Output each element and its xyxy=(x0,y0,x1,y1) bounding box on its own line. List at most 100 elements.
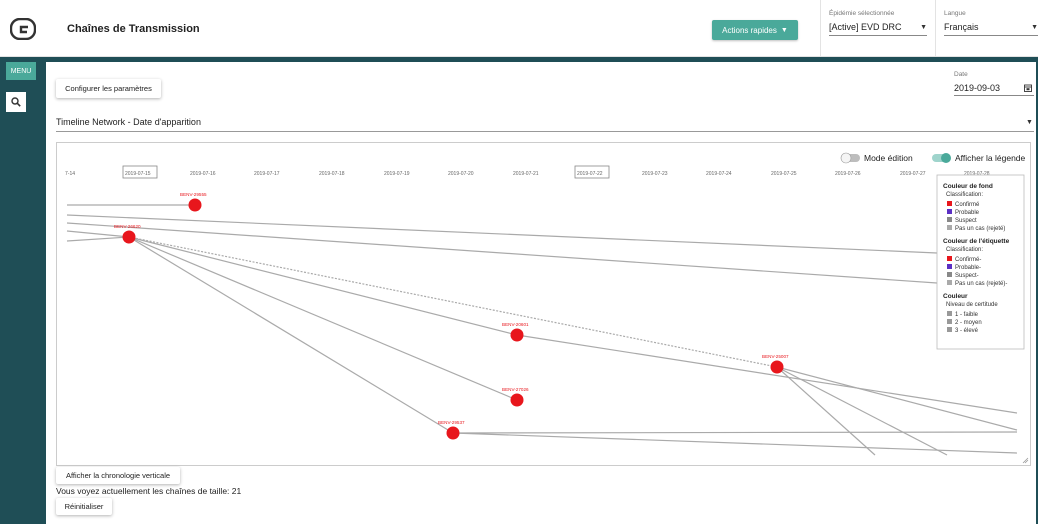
legend-item-label: Suspect xyxy=(955,218,977,224)
reset-button[interactable]: Réinitialiser xyxy=(56,498,112,515)
legend-section-subtitle: Niveau de certitude xyxy=(946,302,998,308)
legend-item-label: Pas un cas (rejeté) xyxy=(955,226,1005,232)
chevron-down-icon[interactable]: ▼ xyxy=(1026,119,1033,126)
transmission-edge xyxy=(776,366,948,456)
legend-swatch xyxy=(947,256,952,261)
view-select-value[interactable]: Timeline Network - Date d'apparition xyxy=(56,117,201,127)
legend-swatch xyxy=(947,319,952,324)
resize-handle-icon[interactable] xyxy=(1022,457,1029,464)
search-button[interactable] xyxy=(6,92,26,112)
timeline-date-label: 2019-07-25 xyxy=(771,171,797,177)
legend-swatch xyxy=(947,209,952,214)
timeline-date-label: 2019-07-16 xyxy=(190,171,216,177)
case-node-label: BENV-20601 xyxy=(502,322,529,327)
epidemic-select[interactable]: Épidémie sélectionnée [Active] EVD DRC ▼ xyxy=(829,10,927,36)
show-legend-toggle-knob[interactable] xyxy=(941,153,951,163)
legend-swatch xyxy=(947,225,952,230)
timeline-date-label: 2019-07-17 xyxy=(254,171,280,177)
case-node[interactable] xyxy=(122,230,136,244)
timeline-date-label: 2019-07-26 xyxy=(835,171,861,177)
case-node[interactable] xyxy=(510,328,524,342)
top-bar: Chaînes de Transmission Actions rapides … xyxy=(0,0,1038,57)
legend-item-label: Probable- xyxy=(955,265,981,271)
timeline-date-label: 2019-07-24 xyxy=(706,171,732,177)
legend-swatch xyxy=(947,280,952,285)
edit-mode-toggle-knob[interactable] xyxy=(840,152,852,164)
chain-size-info: Vous voyez actuellement les chaînes de t… xyxy=(56,486,242,496)
legend-section-title: Couleur de l'étiquette xyxy=(943,238,1010,245)
legend-section-title: Couleur xyxy=(943,293,968,300)
transmission-edge xyxy=(128,236,778,368)
case-node[interactable] xyxy=(770,360,784,374)
page-title: Chaînes de Transmission xyxy=(67,23,200,35)
legend-swatch xyxy=(947,272,952,277)
show-vertical-timeline-button[interactable]: Afficher la chronologie verticale xyxy=(56,467,180,484)
timeline-date-label: 2019-07-27 xyxy=(900,171,926,177)
timeline-date-label: 2019-07-20 xyxy=(448,171,474,177)
legend-item-label: 2 - moyen xyxy=(955,320,982,326)
legend-section-title: Couleur de fond xyxy=(943,183,993,190)
quick-actions-button[interactable]: Actions rapides ▼ xyxy=(712,20,798,40)
legend-item-label: Confirmé- xyxy=(955,257,981,263)
case-node[interactable] xyxy=(510,393,524,407)
epidemic-select-label: Épidémie sélectionnée xyxy=(829,10,895,17)
chevron-down-icon: ▼ xyxy=(780,26,788,34)
date-input[interactable]: 2019-09-03 xyxy=(954,83,1000,93)
transmission-edge xyxy=(452,432,1018,454)
transmission-edge xyxy=(66,236,130,242)
divider xyxy=(935,0,936,56)
chevron-down-icon: ▼ xyxy=(920,24,927,31)
network-canvas[interactable]: 7-14 2019-07-15 2019-07-16 2019-07-17 2019-0… xyxy=(56,142,1031,466)
legend-swatch xyxy=(947,264,952,269)
network-graph[interactable]: 7-14 2019-07-15 2019-07-16 2019-07-17 2019-0… xyxy=(57,143,1030,465)
case-node[interactable] xyxy=(188,198,202,212)
transmission-edge xyxy=(66,230,130,238)
timeline-date-label: 7-14 xyxy=(65,171,75,177)
divider xyxy=(820,0,821,56)
legend-item-label: 3 - élevé xyxy=(955,328,979,334)
transmission-edge xyxy=(66,222,938,284)
legend-item-label: 1 - faible xyxy=(955,312,979,318)
quick-actions-label: Actions rapides xyxy=(722,25,777,35)
transmission-edge xyxy=(128,236,518,401)
timeline-date-label: 2019-07-23 xyxy=(642,171,668,177)
legend-swatch xyxy=(947,327,952,332)
language-select-value: Français xyxy=(944,22,979,32)
chevron-down-icon: ▼ xyxy=(1031,24,1038,31)
case-node-label: BENV-25007 xyxy=(762,354,789,359)
timeline-date-label: 2019-07-19 xyxy=(384,171,410,177)
configure-settings-button[interactable]: Configurer les paramètres xyxy=(56,79,161,98)
show-legend-label: Afficher la légende xyxy=(955,153,1026,163)
search-icon xyxy=(11,97,21,107)
timeline-date-label: 2019-07-22 xyxy=(577,171,603,177)
timeline-date-label: 2019-07-21 xyxy=(513,171,539,177)
language-select[interactable]: Langue Français ▼ xyxy=(944,10,1038,36)
app-logo[interactable] xyxy=(10,18,36,40)
calendar-icon[interactable] xyxy=(1024,84,1032,92)
timeline-date-label: 2019-07-15 xyxy=(125,171,151,177)
legend-item-label: Confirmé xyxy=(955,202,980,208)
case-node-label: BENV-27026 xyxy=(502,387,529,392)
menu-button[interactable]: MENU xyxy=(6,62,36,80)
legend-item-label: Probable xyxy=(955,210,980,216)
case-node-label: BENV-26620 xyxy=(114,224,141,229)
date-underline xyxy=(954,95,1034,96)
legend-swatch xyxy=(947,201,952,206)
case-node-label: BENV-29555 xyxy=(180,192,207,197)
case-node-label: BENV-29537 xyxy=(438,420,465,425)
transmission-edge xyxy=(128,236,454,434)
view-select-underline xyxy=(56,131,1034,132)
legend-item-label: Suspect- xyxy=(955,273,979,279)
timeline-date-label: 2019-07-18 xyxy=(319,171,345,177)
legend-section-subtitle: Classification: xyxy=(946,247,983,253)
transmission-edge xyxy=(452,431,1018,434)
case-node[interactable] xyxy=(446,426,460,440)
epidemic-select-value: [Active] EVD DRC xyxy=(829,22,902,32)
transmission-edge xyxy=(776,366,1018,431)
transmission-edge xyxy=(66,214,938,254)
language-select-label: Langue xyxy=(944,10,966,17)
edit-mode-label: Mode édition xyxy=(864,153,913,163)
legend-swatch xyxy=(947,311,952,316)
epidemic-select-underline xyxy=(829,35,927,36)
transmission-edge xyxy=(128,236,518,336)
